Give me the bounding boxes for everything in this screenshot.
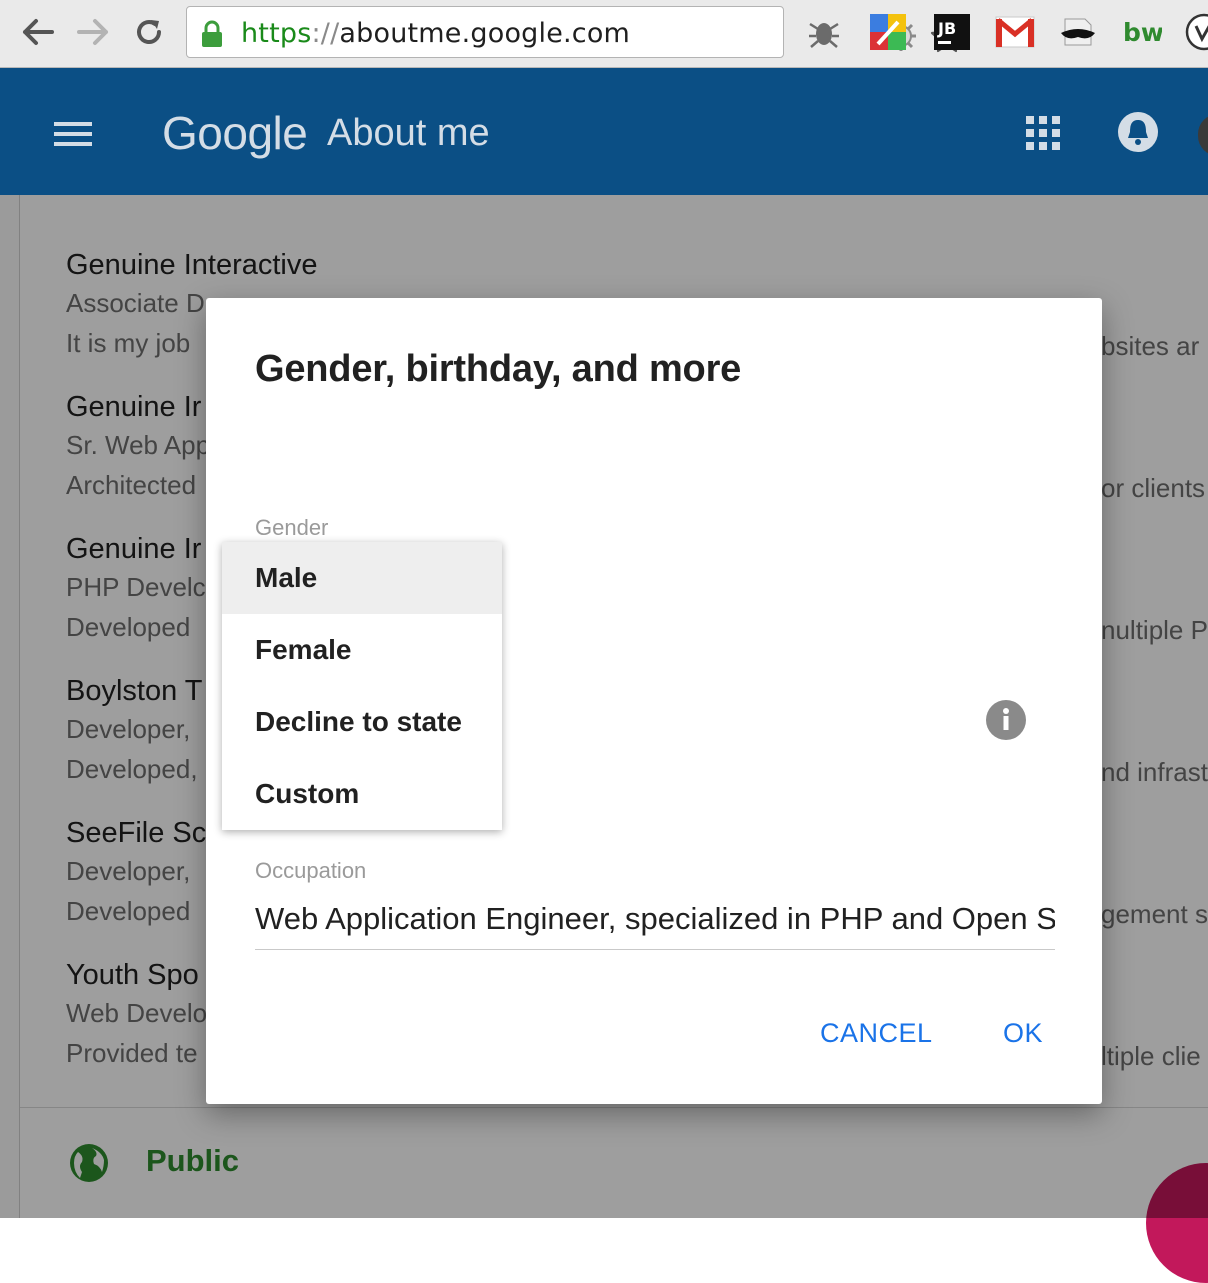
url-text: https://aboutme.google.com [241,18,630,49]
avatar[interactable] [1198,114,1208,156]
reload-button[interactable] [131,14,167,50]
color-picker-icon[interactable] [868,12,908,52]
bug-icon[interactable] [804,12,844,52]
bw-label: bw [1123,18,1162,47]
gender-option-male[interactable]: Male [222,542,502,614]
lock-icon [202,20,222,47]
url-separator: :// [311,18,340,49]
notifications-bell-icon[interactable] [1117,111,1159,153]
occupation-input[interactable]: Web Application Engineer, specialized in… [255,901,1055,945]
occupation-underline [255,949,1055,950]
dialog-title: Gender, birthday, and more [255,348,742,390]
browser-toolbar: https://aboutme.google.com JB bw [0,0,1208,68]
ok-button[interactable]: OK [1003,1018,1043,1049]
disguise-icon[interactable] [1058,12,1098,52]
gender-option-female[interactable]: Female [222,614,502,686]
address-bar[interactable]: https://aboutme.google.com [186,6,964,58]
gender-dropdown-menu: Male Female Decline to state Custom [222,542,502,830]
apps-grid-icon[interactable] [1026,116,1060,150]
occupation-label: Occupation [255,858,367,883]
forward-button[interactable] [75,14,111,50]
gmail-icon[interactable] [995,12,1035,52]
vimeo-icon[interactable] [1184,12,1208,52]
gender-label: Gender [255,515,329,540]
url-host: aboutme.google.com [339,18,631,49]
arrow-right-icon [77,19,108,45]
url-scheme: https [241,18,312,49]
back-button[interactable] [20,14,56,50]
jetbrains-label: JB [937,19,956,38]
bw-icon[interactable]: bw [1122,12,1162,52]
app-header: Google About me [0,68,1208,195]
hamburger-menu-icon[interactable] [54,120,94,150]
jetbrains-icon[interactable]: JB [932,12,972,52]
google-logo[interactable]: Google [162,106,308,160]
arrow-left-icon [23,19,54,45]
product-title: About me [327,112,490,154]
info-icon[interactable] [986,700,1026,740]
cancel-button[interactable]: CANCEL [820,1018,933,1049]
gender-option-decline[interactable]: Decline to state [222,686,502,758]
gender-option-custom[interactable]: Custom [222,758,502,830]
reload-icon [137,20,161,44]
